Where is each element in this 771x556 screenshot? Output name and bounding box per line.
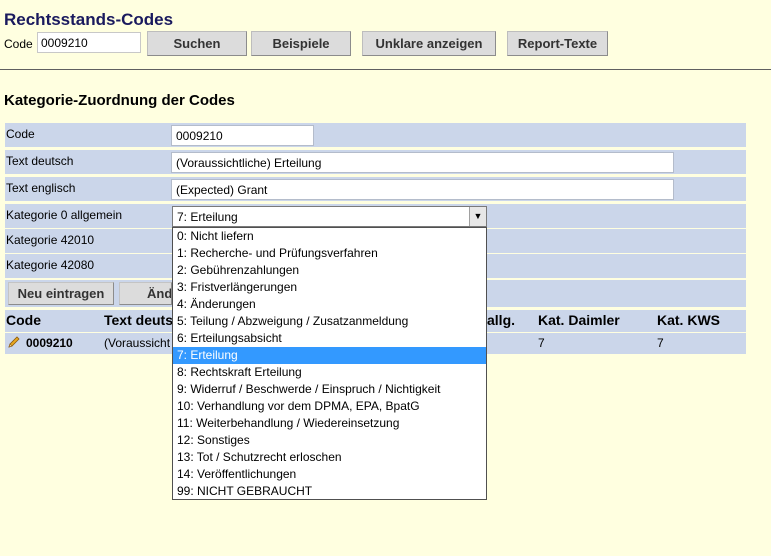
kat0-dropdown-list[interactable]: 0: Nicht liefern 1: Recherche- und Prüfun… <box>172 227 487 500</box>
form-row-code <box>5 123 746 147</box>
dropdown-option[interactable]: 6: Erteilungsabsicht <box>173 330 486 347</box>
column-header-code: Code <box>6 312 41 328</box>
column-header-daimler: Kat. Daimler <box>538 312 620 328</box>
dropdown-option[interactable]: 12: Sonstiges <box>173 432 486 449</box>
dropdown-option[interactable]: 13: Tot / Schutzrecht erloschen <box>173 449 486 466</box>
search-button[interactable]: Suchen <box>147 31 247 56</box>
row-kat-daimler: 7 <box>538 336 545 350</box>
section-title: Kategorie-Zuordnung der Codes <box>4 92 235 109</box>
row-code: 0009210 <box>26 336 73 350</box>
page-title: Rechtsstands-Codes <box>4 10 174 29</box>
column-header-allg: allg. <box>487 312 516 328</box>
dropdown-option[interactable]: 9: Widerruf / Beschwerde / Einspruch / N… <box>173 381 486 398</box>
row-text: (Voraussicht <box>104 336 171 350</box>
header-divider <box>0 69 771 70</box>
form-text-en-label: Text englisch <box>6 181 76 195</box>
dropdown-option[interactable]: 11: Weiterbehandlung / Wiedereinsetzung <box>173 415 486 432</box>
form-kat42080-label: Kategorie 42080 <box>6 258 95 272</box>
pencil-icon[interactable] <box>7 335 21 352</box>
code-search-label: Code <box>4 37 33 51</box>
new-entry-button[interactable]: Neu eintragen <box>8 282 114 305</box>
examples-button[interactable]: Beispiele <box>251 31 351 56</box>
dropdown-option[interactable]: 99: NICHT GEBRAUCHT <box>173 483 486 499</box>
form-code-label: Code <box>6 127 35 141</box>
form-text-de-label: Text deutsch <box>6 154 74 168</box>
dropdown-option[interactable]: 4: Änderungen <box>173 296 486 313</box>
dropdown-option[interactable]: 5: Teilung / Abzweigung / Zusatzanmeldun… <box>173 313 486 330</box>
form-code-input[interactable] <box>171 125 314 146</box>
form-text-de-input[interactable] <box>171 152 674 173</box>
kat0-select[interactable]: 7: Erteilung <box>172 206 487 227</box>
code-search-input[interactable] <box>37 32 141 53</box>
chevron-down-icon[interactable]: ▼ <box>469 207 486 226</box>
dropdown-option[interactable]: 1: Recherche- und Prüfungsverfahren <box>173 245 486 262</box>
dropdown-option[interactable]: 2: Gebührenzahlungen <box>173 262 486 279</box>
change-button[interactable]: Änd <box>119 282 172 305</box>
dropdown-option[interactable]: 8: Rechtskraft Erteilung <box>173 364 486 381</box>
dropdown-option[interactable]: 14: Veröffentlichungen <box>173 466 486 483</box>
form-text-en-input[interactable] <box>171 179 674 200</box>
dropdown-option[interactable]: 3: Fristverlängerungen <box>173 279 486 296</box>
form-kat42010-label: Kategorie 42010 <box>6 233 95 247</box>
column-header-text: Text deuts <box>104 312 173 328</box>
dropdown-option[interactable]: 7: Erteilung <box>173 347 486 364</box>
show-unclear-button[interactable]: Unklare anzeigen <box>362 31 496 56</box>
report-texts-button[interactable]: Report-Texte <box>507 31 608 56</box>
row-kat-kws: 7 <box>657 336 664 350</box>
dropdown-option[interactable]: 0: Nicht liefern <box>173 228 486 245</box>
form-kat0-label: Kategorie 0 allgemein <box>6 208 123 222</box>
dropdown-option[interactable]: 10: Verhandlung vor dem DPMA, EPA, BpatG <box>173 398 486 415</box>
column-header-kws: Kat. KWS <box>657 312 720 328</box>
